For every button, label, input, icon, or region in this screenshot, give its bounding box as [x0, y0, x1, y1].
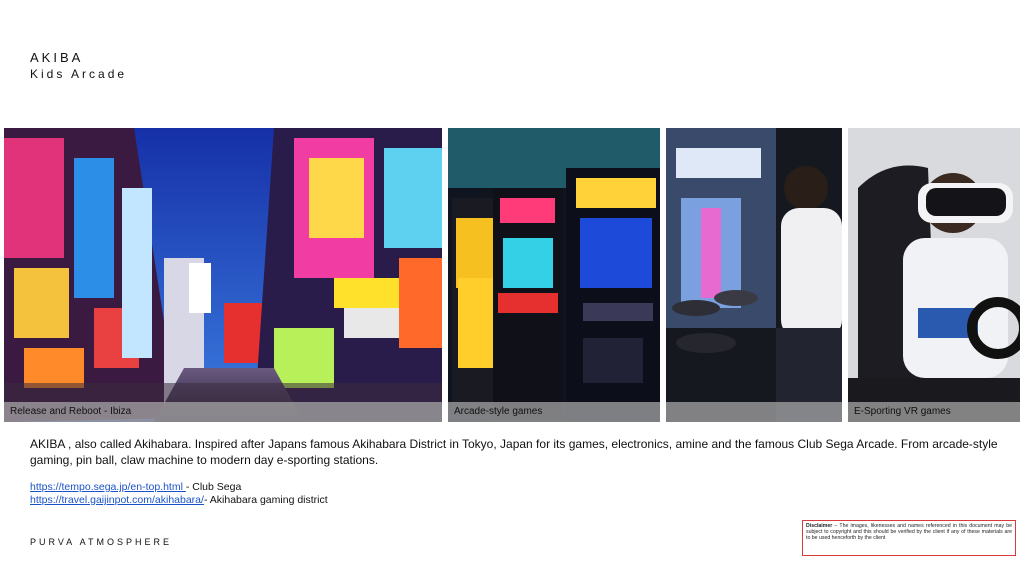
disclaimer-box: Disclaimer – The images, likenesses and …: [802, 520, 1016, 556]
disclaimer-text: – The images, likenesses and names refer…: [806, 523, 1012, 542]
page-subtitle: Kids Arcade: [30, 67, 128, 81]
arcade-cabinets-image: Arcade-style games: [448, 128, 660, 422]
disclaimer-label: Disclaimer: [806, 523, 833, 529]
link-suffix: - Club Sega: [185, 481, 242, 493]
page-title: AKIBA: [30, 50, 84, 65]
reference-links: https://tempo.sega.jp/en-top.html - Club…: [30, 481, 328, 507]
panel-caption: Arcade-style games: [448, 402, 660, 422]
drum-game-player-illustration: [666, 128, 842, 422]
link-suffix: - Akihabara gaming district: [203, 494, 328, 506]
panel-caption: Release and Reboot - Ibiza: [4, 402, 442, 422]
drum-game-player-image: [666, 128, 842, 422]
vr-racing-image: E-Sporting VR games: [848, 128, 1020, 422]
akihabara-link[interactable]: https://travel.gaijinpot.com/akihabara/: [30, 494, 204, 506]
description-paragraph: AKIBA , also called Akihabara. Inspired …: [30, 437, 998, 467]
panel-caption: E-Sporting VR games: [848, 402, 1020, 422]
vr-racing-illustration: [848, 128, 1020, 422]
panel-caption: [666, 402, 842, 422]
akihabara-street-illustration: [4, 128, 442, 422]
brand-name: PURVA ATMOSPHERE: [30, 537, 173, 547]
reference-line: https://travel.gaijinpot.com/akihabara/-…: [30, 494, 328, 507]
header: AKIBA Kids Arcade: [30, 50, 127, 82]
akihabara-street-image: Release and Reboot - Ibiza: [4, 128, 442, 422]
arcade-cabinets-illustration: [448, 128, 660, 422]
club-sega-link[interactable]: https://tempo.sega.jp/en-top.html: [30, 481, 186, 493]
reference-line: https://tempo.sega.jp/en-top.html - Club…: [30, 481, 328, 494]
